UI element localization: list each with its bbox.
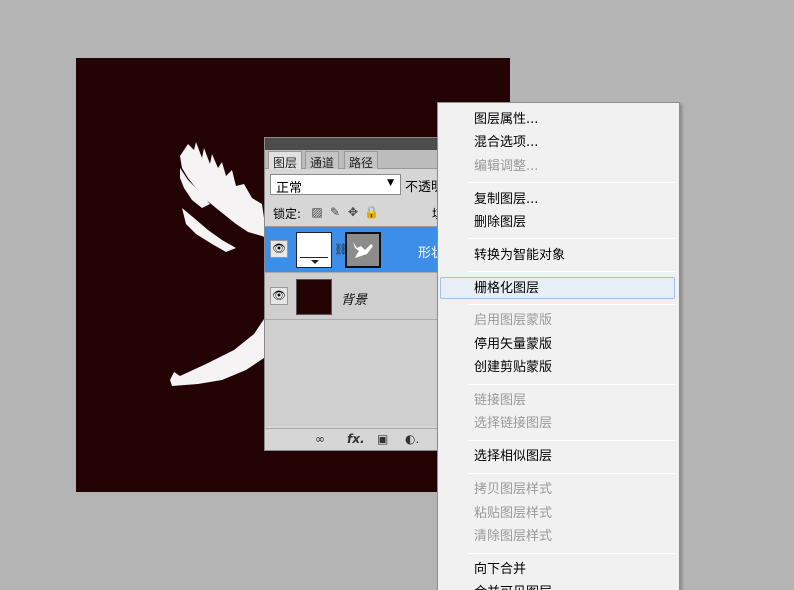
menu-item-layer-properties[interactable]: 图层属性...: [438, 109, 679, 131]
menu-item-blending-options[interactable]: 混合选项...: [438, 132, 679, 154]
lock-move-icon[interactable]: ✥: [346, 205, 360, 219]
menu-separator: [468, 304, 675, 305]
layer-row-background[interactable]: 👁 背景: [265, 274, 451, 320]
dove-mask-icon: [353, 242, 373, 258]
menu-item-delete-layer[interactable]: 删除图层: [438, 212, 679, 234]
menu-item-convert-smart-object[interactable]: 转换为智能对象: [438, 245, 679, 267]
layer-row-shape[interactable]: 👁 ⛓ 形状 1: [265, 227, 456, 273]
tab-channels[interactable]: 通道: [305, 151, 340, 170]
panel-titlebar[interactable]: [265, 138, 449, 150]
adjustment-icon[interactable]: ◐.: [405, 432, 419, 446]
menu-item-merge-down[interactable]: 向下合并: [438, 559, 679, 581]
blend-mode-value: 正常: [276, 181, 303, 196]
lock-paint-icon[interactable]: ✎: [328, 205, 342, 219]
link-icon[interactable]: ∞: [315, 432, 325, 446]
menu-item-enable-layer-mask[interactable]: 启用图层蒙版: [438, 310, 679, 332]
menu-separator: [468, 238, 675, 239]
panel-tabs: 图层 通道 路径: [265, 150, 451, 170]
menu-item-link-layers[interactable]: 链接图层: [438, 390, 679, 412]
chevron-down-icon: ▼: [387, 178, 394, 188]
lock-all-icon[interactable]: 🔒: [364, 205, 379, 219]
menu-item-copy-layer-style[interactable]: 拷贝图层样式: [438, 479, 679, 501]
layers-list: 👁 ⛓ 形状 1 👁 背景: [265, 226, 456, 426]
menu-item-rasterize-layer[interactable]: 栅格化图层: [440, 277, 675, 299]
lock-label: 锁定:: [273, 207, 302, 221]
tab-layers[interactable]: 图层: [268, 151, 303, 170]
menu-item-paste-layer-style[interactable]: 粘贴图层样式: [438, 503, 679, 525]
menu-item-clear-layer-style[interactable]: 清除图层样式: [438, 526, 679, 548]
blend-mode-select[interactable]: 正常 ▼: [270, 174, 401, 196]
menu-separator: [468, 553, 675, 554]
panel-footer: ∞ fx. ▣ ◐.: [265, 428, 451, 450]
tab-paths[interactable]: 路径: [344, 151, 379, 170]
layers-panel: 图层 通道 路径 正常 ▼ 不透明 锁定: ▨ ✎ ✥ 🔒 填 👁 ⛓ 形状 1: [264, 137, 456, 451]
menu-item-select-similar-layers[interactable]: 选择相似图层: [438, 446, 679, 468]
lock-icons: ▨ ✎ ✥ 🔒: [310, 205, 390, 221]
menu-separator: [468, 440, 675, 441]
fx-icon[interactable]: fx.: [347, 432, 365, 446]
mask-icon[interactable]: ▣: [377, 432, 388, 446]
menu-item-duplicate-layer[interactable]: 复制图层...: [438, 189, 679, 211]
layer-name[interactable]: 背景: [341, 289, 367, 308]
eye-icon[interactable]: 👁: [270, 240, 288, 258]
menu-item-create-clipping-mask[interactable]: 创建剪贴蒙版: [438, 357, 679, 379]
vector-mask-thumbnail[interactable]: [345, 232, 381, 268]
background-thumbnail[interactable]: [296, 279, 332, 315]
menu-item-edit-adjustment[interactable]: 编辑调整...: [438, 156, 679, 178]
menu-item-merge-visible[interactable]: 合并可见图层: [438, 582, 679, 590]
menu-item-disable-vector-mask[interactable]: 停用矢量蒙版: [438, 334, 679, 356]
layer-context-menu: 图层属性... 混合选项... 编辑调整... 复制图层... 删除图层 转换为…: [437, 102, 680, 590]
menu-item-select-linked-layers[interactable]: 选择链接图层: [438, 413, 679, 435]
menu-separator: [468, 384, 675, 385]
fill-thumbnail[interactable]: [296, 232, 332, 268]
menu-separator: [468, 182, 675, 183]
menu-separator: [468, 473, 675, 474]
lock-transparent-icon[interactable]: ▨: [310, 205, 324, 219]
eye-icon[interactable]: 👁: [270, 287, 288, 305]
menu-separator: [468, 271, 675, 272]
